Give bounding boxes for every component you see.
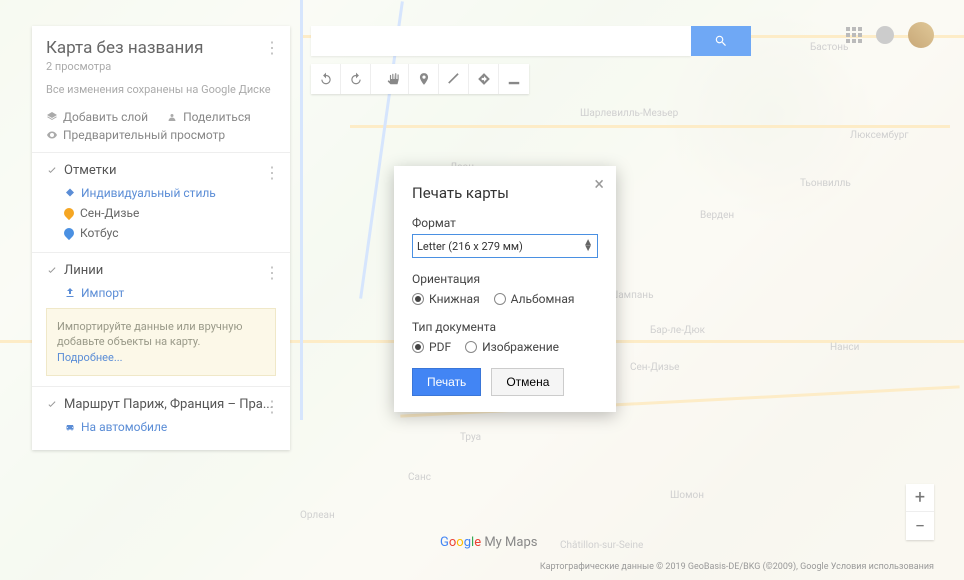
orientation-landscape-radio[interactable]: Альбомная	[494, 292, 575, 306]
layer-menu-button[interactable]: ⋮	[264, 163, 280, 182]
layers-panel: Карта без названия 2 просмотра Все измен…	[32, 26, 290, 450]
marker-icon	[62, 226, 76, 240]
doctype-image-radio[interactable]: Изображение	[465, 340, 559, 354]
zoom-out-button[interactable]: −	[906, 512, 934, 540]
spinner-icon: ▲▼	[583, 240, 593, 252]
cancel-button[interactable]: Отмена	[491, 368, 564, 396]
redo-button[interactable]	[341, 64, 371, 94]
line-tool[interactable]	[439, 64, 469, 94]
marker-icon	[62, 206, 76, 220]
layer-menu-button[interactable]: ⋮	[264, 397, 280, 416]
share-button[interactable]: Поделиться	[166, 110, 251, 124]
map-title[interactable]: Карта без названия	[46, 38, 276, 58]
hand-tool[interactable]	[379, 64, 409, 94]
map-toolbar	[311, 64, 529, 94]
avatar[interactable]	[908, 22, 934, 48]
marker-item[interactable]: Сен-Дизье	[64, 206, 276, 220]
print-dialog: × Печать карты Формат Letter (216 x 279 …	[394, 166, 616, 412]
ruler-tool[interactable]	[499, 64, 529, 94]
radio-icon	[494, 293, 506, 305]
import-button[interactable]: Импорт	[64, 286, 276, 300]
mymaps-logo: Google My Maps	[440, 535, 537, 550]
layer-menu-button[interactable]: ⋮	[264, 263, 280, 282]
format-select[interactable]: Letter (216 x 279 мм) ▲▼	[412, 234, 598, 258]
layer-title[interactable]: Маршрут Париж, Франция – Пра...	[46, 397, 276, 412]
directions-tool[interactable]	[469, 64, 499, 94]
search-icon	[714, 34, 728, 48]
marker-item[interactable]: Котбус	[64, 226, 276, 240]
save-status: Все изменения сохранены на Google Диске	[46, 83, 276, 96]
print-button[interactable]: Печать	[412, 368, 481, 396]
radio-icon	[412, 341, 424, 353]
doctype-pdf-radio[interactable]: PDF	[412, 340, 451, 354]
layer-style[interactable]: Индивидуальный стиль	[64, 186, 276, 200]
view-count: 2 просмотра	[46, 60, 276, 73]
format-label: Формат	[412, 216, 598, 230]
radio-icon	[412, 293, 424, 305]
layer-title[interactable]: Линии	[46, 263, 276, 278]
preview-button[interactable]: Предварительный просмотр	[46, 128, 276, 142]
doctype-label: Тип документа	[412, 320, 598, 334]
layer-title[interactable]: Отметки	[46, 163, 276, 178]
orientation-label: Ориентация	[412, 272, 598, 286]
zoom-control: + −	[906, 484, 934, 540]
route-mode[interactable]: На автомобиле	[64, 420, 276, 434]
add-layer-button[interactable]: Добавить слой	[46, 110, 148, 124]
marker-tool[interactable]	[409, 64, 439, 94]
layer-lines: Линии ⋮ Импорт Импортируйте данные или в…	[32, 252, 290, 386]
search-button[interactable]	[691, 26, 751, 56]
orientation-portrait-radio[interactable]: Книжная	[412, 292, 480, 306]
import-hint: Импортируйте данные или вручную добавьте…	[46, 308, 276, 376]
attribution: Картографические данные © 2019 GeoBasis-…	[540, 562, 934, 572]
dialog-title: Печать карты	[412, 184, 598, 202]
undo-button[interactable]	[311, 64, 341, 94]
learn-more-link[interactable]: Подробнее...	[57, 351, 123, 364]
radio-icon	[465, 341, 477, 353]
zoom-in-button[interactable]: +	[906, 484, 934, 512]
map-menu-button[interactable]: ⋮	[264, 38, 280, 57]
format-value: Letter (216 x 279 мм)	[417, 240, 523, 253]
apps-icon[interactable]	[846, 27, 862, 43]
close-icon[interactable]: ×	[594, 176, 604, 194]
search-input[interactable]	[311, 26, 691, 56]
layer-route: Маршрут Париж, Франция – Пра... ⋮ На авт…	[32, 386, 290, 450]
layer-markers: Отметки ⋮ Индивидуальный стиль Сен-Дизье…	[32, 152, 290, 252]
notifications-icon[interactable]	[876, 26, 894, 44]
